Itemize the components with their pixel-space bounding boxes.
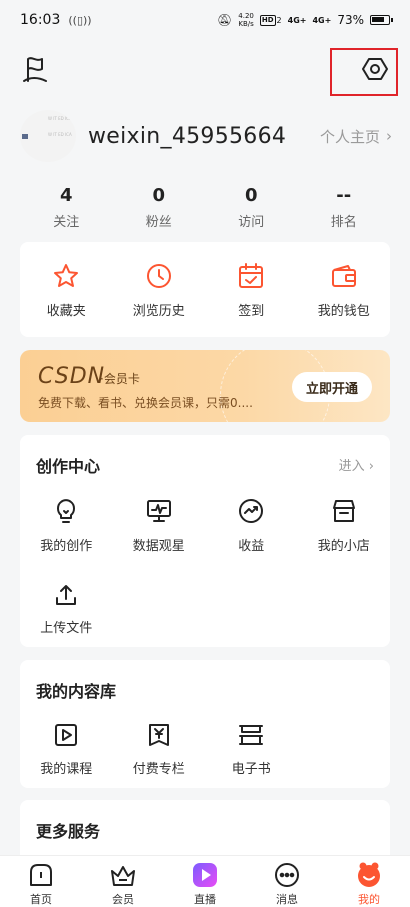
hd-badge: HD	[259, 14, 276, 26]
open-vip-button[interactable]: 立即开通	[292, 372, 372, 402]
username: weixin_45955664	[88, 123, 287, 149]
monitor-chart-icon	[145, 497, 173, 525]
tab-messages[interactable]: 消息	[246, 856, 328, 907]
content-library-card: 我的内容库 我的课程 付费专栏 电子书	[20, 660, 390, 788]
ebook-button[interactable]: 电子书	[205, 722, 298, 777]
vip-crown-icon	[109, 862, 137, 888]
star-icon	[52, 262, 80, 290]
net-speed: 4.20 KB/s	[238, 12, 254, 28]
library-row: 我的课程 付费专栏 电子书	[20, 722, 390, 777]
creation-center-card: 创作中心 进入 › 我的创作 数据观星 收益 我的小店 上传文件	[20, 435, 390, 647]
vip-card-banner[interactable]: CSDN ·会员卡 免费下载、看书、兑换会员课，只需0.... 立即开通	[20, 350, 390, 422]
my-courses-button[interactable]: 我的课程	[20, 722, 113, 777]
creation-row-2: 上传文件	[20, 583, 390, 636]
settings-icon[interactable]	[362, 56, 388, 82]
history-button[interactable]: 浏览历史	[113, 242, 206, 337]
more-services-title: 更多服务	[36, 822, 101, 841]
csdn-logo: CSDN	[38, 364, 106, 389]
battery-percent: 73%	[337, 13, 364, 27]
tab-me[interactable]: 我的	[328, 856, 410, 907]
home-icon	[28, 862, 54, 888]
mute-icon: 🔕︎	[217, 13, 233, 27]
tab-home[interactable]: 首页	[0, 856, 82, 907]
status-bar: 16:03 ((▯)) 🔕︎ 4.20 KB/s HD 2 4G+ 4G+ 73…	[0, 0, 410, 40]
signal-2: 4G+	[312, 15, 332, 25]
lightbulb-icon	[53, 497, 79, 525]
avatar[interactable]: W IT ED ICA W IT ED ICA	[20, 110, 76, 162]
ebook-icon	[237, 722, 265, 748]
me-icon	[355, 862, 383, 888]
tab-vip[interactable]: 会员	[82, 856, 164, 907]
flag-icon[interactable]	[22, 55, 48, 83]
stat-rank[interactable]: -- 排名	[298, 185, 391, 230]
upload-icon	[53, 583, 79, 607]
message-icon	[274, 862, 300, 888]
stat-fans[interactable]: 0 粉丝	[113, 185, 206, 230]
income-icon	[237, 497, 265, 525]
stat-following[interactable]: 4 关注	[20, 185, 113, 230]
battery-icon	[370, 15, 393, 25]
profile-stats: 4 关注 0 粉丝 0 访问 -- 排名	[20, 185, 390, 230]
favorites-button[interactable]: 收藏夹	[20, 242, 113, 337]
play-course-icon	[53, 722, 79, 748]
signal-1: 4G+	[287, 15, 307, 25]
creation-center-title: 创作中心	[36, 457, 101, 476]
checkin-button[interactable]: 签到	[205, 242, 298, 337]
more-services-card: 更多服务	[20, 800, 390, 860]
vip-card-label: ·会员卡	[100, 372, 140, 386]
vibrate-icon: ((▯))	[68, 13, 92, 27]
wallet-icon	[330, 262, 358, 290]
clock-icon	[145, 262, 173, 290]
profile-header[interactable]: W IT ED ICA W IT ED ICA weixin_45955664 …	[20, 110, 392, 162]
vip-description: 免费下载、看书、兑换会员课，只需0....	[38, 396, 253, 410]
paid-column-button[interactable]: 付费专栏	[113, 722, 206, 777]
status-time: 16:03	[20, 12, 61, 28]
stat-visits[interactable]: 0 访问	[205, 185, 298, 230]
personal-homepage-link[interactable]: 个人主页 ›	[320, 126, 392, 147]
my-shop-button[interactable]: 我的小店	[298, 497, 391, 554]
creation-enter-link[interactable]: 进入 ›	[339, 455, 374, 474]
bottom-tab-bar: 首页 会员 直播 消息 我的	[0, 855, 410, 907]
quick-actions-card: 收藏夹 浏览历史 签到 我的钱包	[20, 242, 390, 337]
chevron-right-icon: ›	[386, 127, 392, 145]
income-button[interactable]: 收益	[205, 497, 298, 554]
upload-file-button[interactable]: 上传文件	[20, 583, 113, 636]
creation-row-1: 我的创作 数据观星 收益 我的小店	[20, 497, 390, 554]
content-library-title: 我的内容库	[36, 682, 117, 701]
paid-column-icon	[146, 722, 172, 748]
tab-live[interactable]: 直播	[164, 856, 246, 907]
status-indicators: 🔕︎ 4.20 KB/s HD 2 4G+ 4G+ 73%	[217, 12, 393, 28]
live-icon	[191, 862, 219, 888]
my-creations-button[interactable]: 我的创作	[20, 497, 113, 554]
shop-icon	[330, 497, 358, 525]
wallet-button[interactable]: 我的钱包	[298, 242, 391, 337]
calendar-check-icon	[237, 262, 265, 290]
data-stargazing-button[interactable]: 数据观星	[113, 497, 206, 554]
hd2-label: 2	[276, 15, 282, 25]
